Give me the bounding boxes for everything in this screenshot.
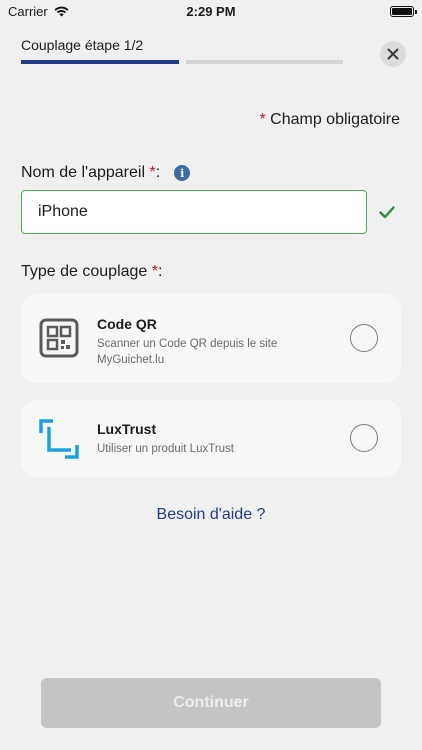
option-qr-code[interactable]: Code QR Scanner un Code QR depuis le sit… [21,294,401,383]
radio-qr-code[interactable] [350,324,378,352]
step-label: Couplage étape 1/2 [21,37,144,53]
pairing-type-label-suffix: : [158,263,163,280]
close-icon [387,48,399,60]
continue-button[interactable]: Continuer [41,678,381,728]
device-name-input[interactable] [21,190,367,234]
info-icon[interactable]: i [174,165,191,181]
radio-luxtrust[interactable] [350,424,378,452]
required-note-text: Champ obligatoire [270,111,400,128]
qr-code-icon [39,318,79,358]
device-name-label-text: Nom de l'appareil [21,164,146,181]
device-name-label: Nom de l'appareil * : i [21,164,191,182]
help-link[interactable]: Besoin d'aide ? [0,506,422,524]
close-button[interactable] [380,41,406,67]
option-luxtrust-text: LuxTrust Utiliser un produit LuxTrust [97,421,341,457]
option-luxtrust[interactable]: LuxTrust Utiliser un produit LuxTrust [21,400,401,477]
status-left: Carrier [8,4,69,19]
progress-segment-2 [185,60,343,64]
progress-segment-1 [21,60,179,64]
required-asterisk: * [259,111,266,128]
carrier-label: Carrier [8,3,48,19]
checkmark-icon [379,206,395,219]
wifi-icon [54,6,69,16]
battery-icon [390,5,417,17]
status-bar: Carrier 2:29 PM [0,0,422,22]
option-luxtrust-title: LuxTrust [97,421,157,437]
option-qr-text: Code QR Scanner un Code QR depuis le sit… [97,316,341,368]
device-name-label-suffix: : [155,164,161,181]
luxtrust-icon [39,419,79,459]
option-luxtrust-description: Utiliser un produit LuxTrust [97,443,234,455]
required-note: * Champ obligatoire [259,111,400,129]
option-qr-title: Code QR [97,316,157,332]
pairing-type-label-text: Type de couplage [21,263,148,280]
pairing-type-label: Type de couplage * : [21,263,162,281]
step-progress [21,60,343,64]
option-qr-description: Scanner un Code QR depuis le site MyGuic… [97,338,278,366]
